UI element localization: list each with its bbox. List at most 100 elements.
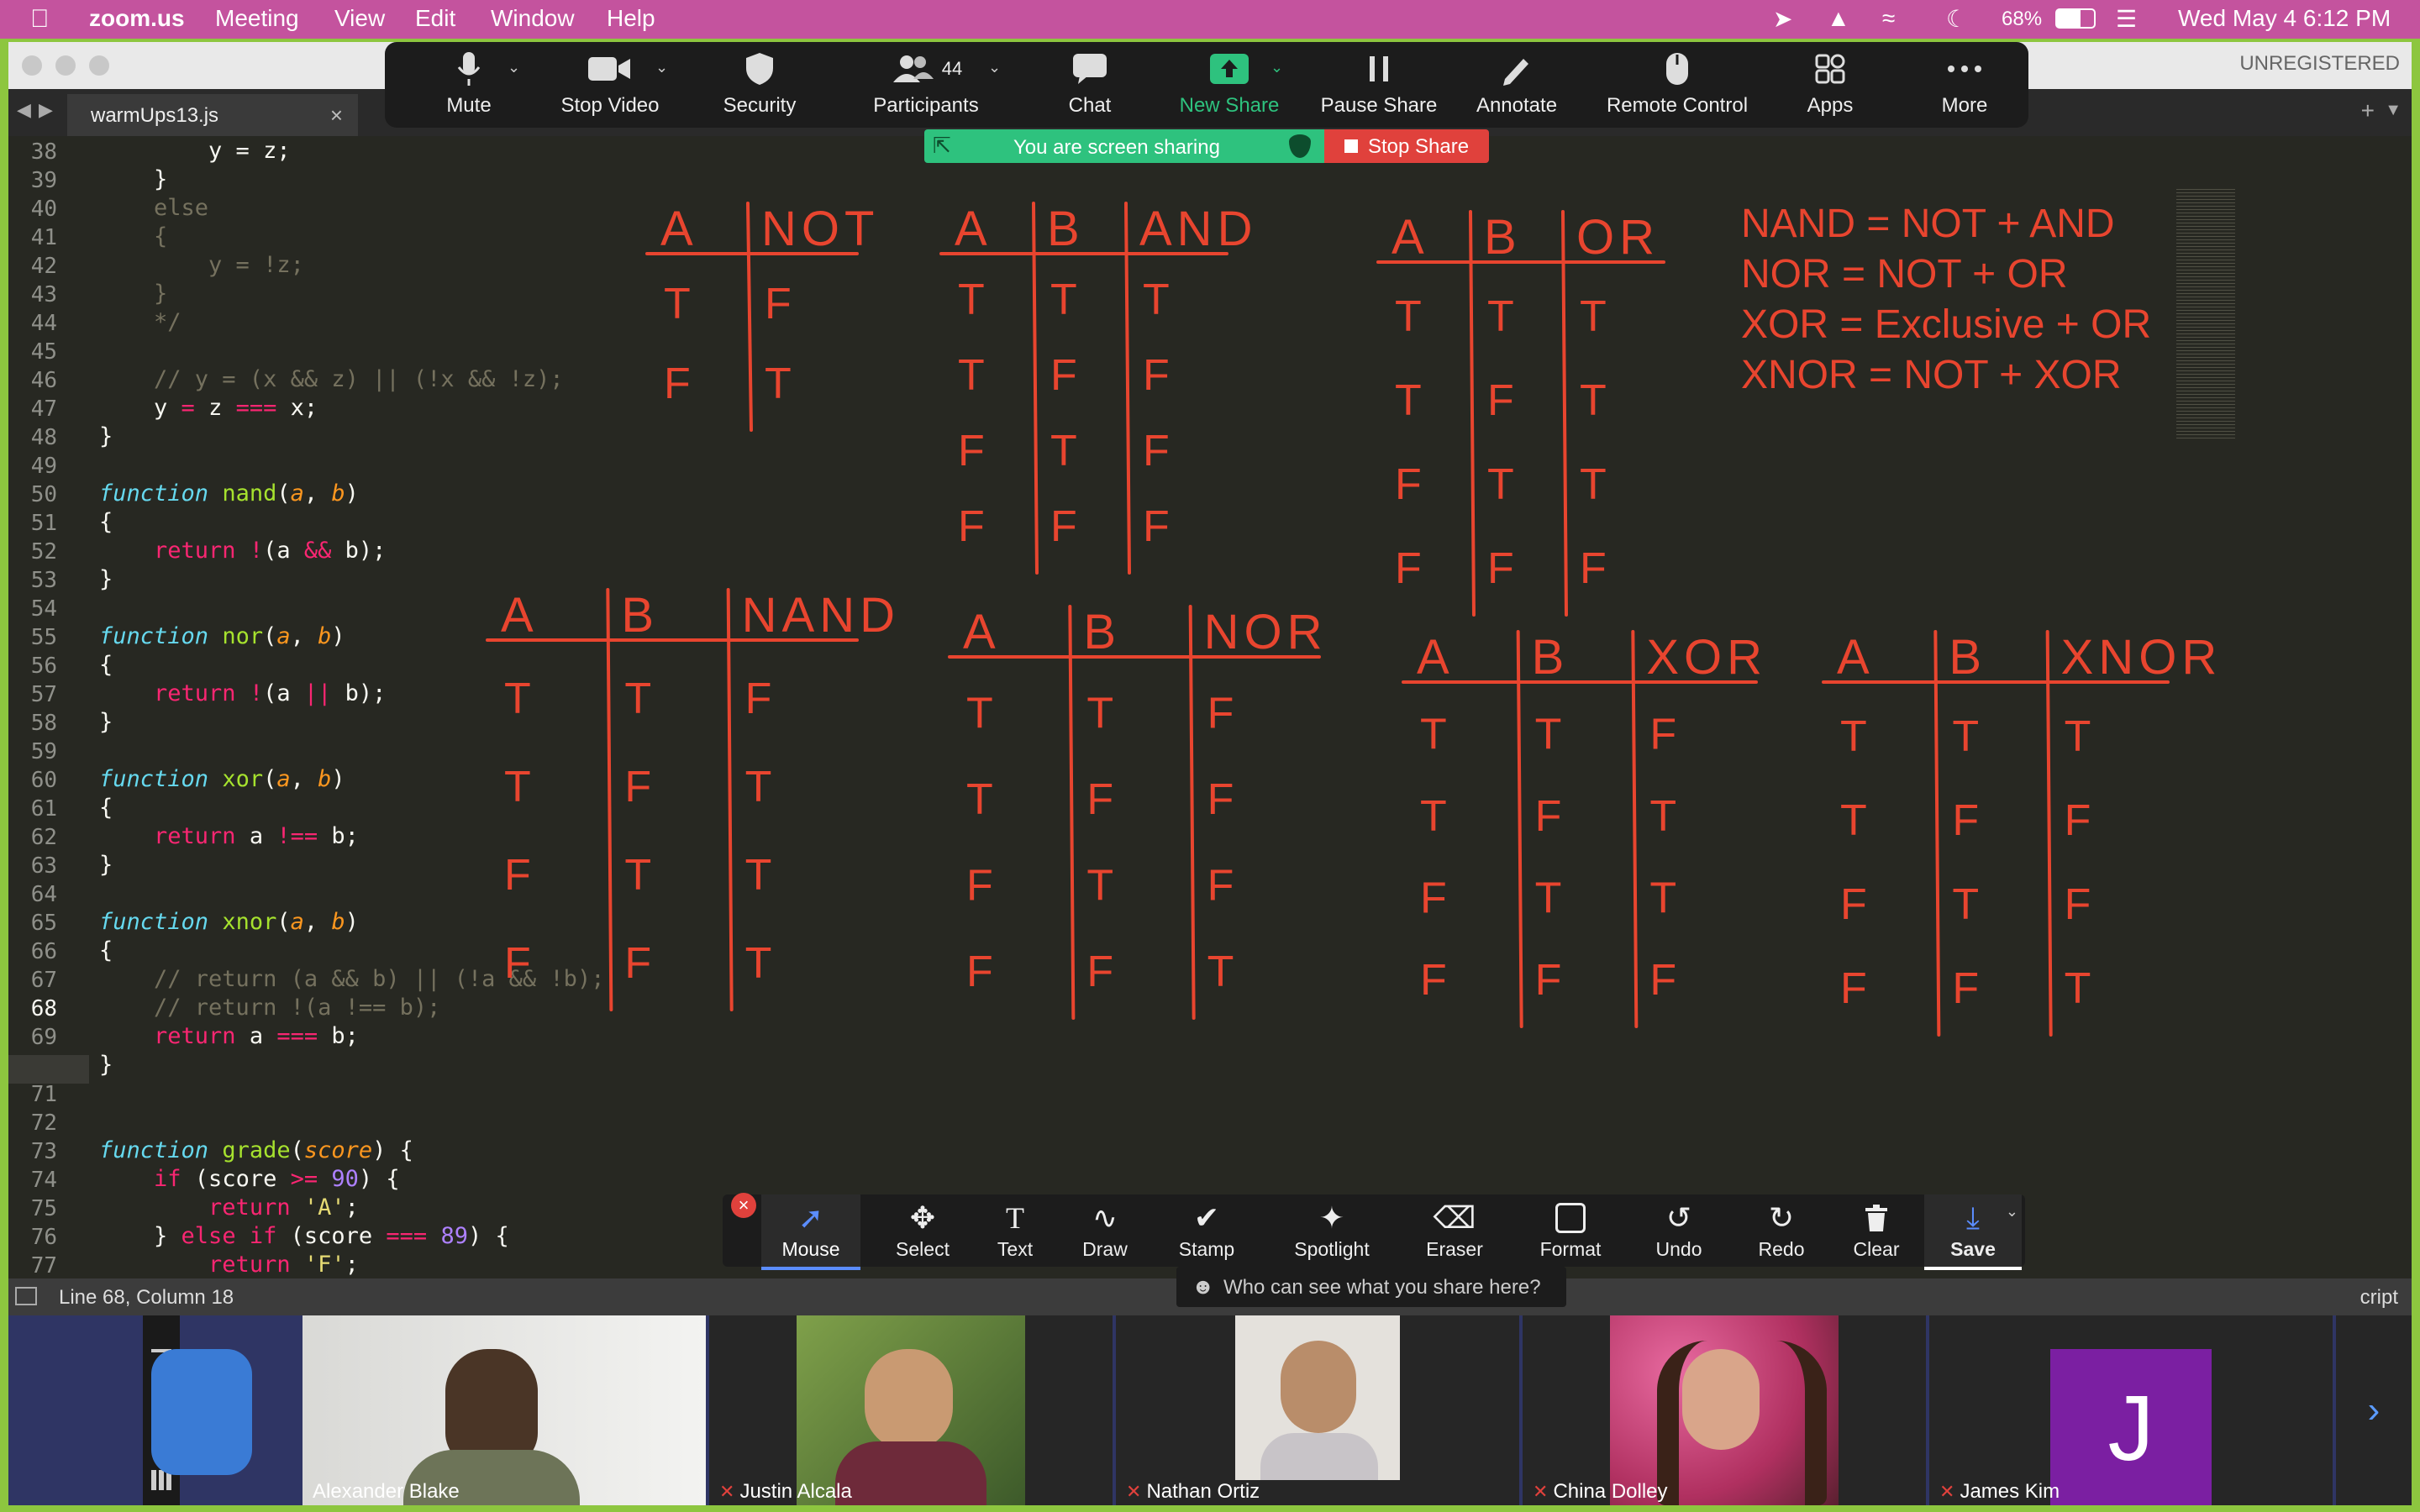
- location-icon[interactable]: ➤: [1773, 5, 1792, 33]
- wifi-icon[interactable]: ≈: [1882, 5, 1895, 32]
- security-button[interactable]: Security: [701, 42, 818, 128]
- zoom-window-button[interactable]: [89, 55, 109, 76]
- participant-tile[interactable]: ✕ Nathan Ortiz: [1116, 1315, 1519, 1505]
- tool-redo-button[interactable]: ↻ Redo: [1731, 1194, 1832, 1267]
- tool-mouse-button[interactable]: ➚ Mouse: [761, 1194, 860, 1270]
- table-cell: T: [966, 775, 993, 824]
- apps-button[interactable]: Apps: [1780, 42, 1881, 128]
- menu-meeting[interactable]: Meeting: [215, 5, 299, 32]
- moon-icon[interactable]: ☾: [1946, 5, 1967, 33]
- mute-button[interactable]: Mute: [418, 42, 519, 128]
- table-cell: F: [1143, 502, 1170, 551]
- syntax-mode[interactable]: cript: [2360, 1286, 2398, 1310]
- table-header: NOR: [1204, 605, 1328, 659]
- menu-help[interactable]: Help: [607, 5, 655, 32]
- code-editor[interactable]: 38 39 40 41 42 43 44 45 46 47 48 49 50 51 52 53 54 55 56 57…: [8, 136, 2412, 1278]
- undo-icon: ↺: [1665, 1200, 1692, 1235]
- chat-button[interactable]: Chat: [1035, 42, 1144, 128]
- control-center-icon[interactable]: ☰: [2116, 5, 2137, 33]
- share-handle-icon[interactable]: ⇱: [933, 133, 951, 159]
- table-cell: T: [1649, 792, 1676, 841]
- table-cell: T: [1535, 874, 1562, 923]
- encryption-shield-icon: [1289, 134, 1311, 158]
- participant-tile[interactable]: Alexander Blake: [302, 1315, 706, 1505]
- redo-icon: ↻: [1768, 1200, 1795, 1235]
- tool-undo-button[interactable]: ↺ Undo: [1628, 1194, 1729, 1267]
- tool-text-button[interactable]: T Text: [973, 1194, 1057, 1267]
- next-page-chevron-icon[interactable]: ›: [2336, 1315, 2412, 1505]
- table-cell: F: [1649, 711, 1676, 759]
- new-share-button[interactable]: New Share: [1166, 42, 1292, 128]
- menu-view[interactable]: View: [334, 5, 385, 32]
- table-cell: T: [1580, 376, 1607, 425]
- table-cell: T: [664, 280, 691, 328]
- menu-edit[interactable]: Edit: [415, 5, 455, 32]
- table-cell: F: [765, 280, 792, 328]
- tool-stamp-button[interactable]: ✔ Stamp: [1156, 1194, 1257, 1267]
- table-cell: F: [966, 948, 993, 996]
- text-t-icon: T: [1006, 1201, 1024, 1235]
- table-cell: T: [2065, 964, 2091, 1013]
- save-options-chevron-down-icon[interactable]: ⌄: [2006, 1203, 2018, 1221]
- apple-icon[interactable]: : [30, 5, 50, 34]
- who-can-see-text: Who can see what you share here?: [1223, 1276, 1541, 1299]
- tool-select-button[interactable]: ✥ Select: [872, 1194, 973, 1267]
- more-button[interactable]: More: [1914, 42, 2015, 128]
- table-cell: F: [1086, 775, 1113, 824]
- close-annotation-icon[interactable]: ×: [731, 1193, 756, 1218]
- participant-tile[interactable]: J ✕ James Kim: [1929, 1315, 2333, 1505]
- tool-draw-button[interactable]: ∿ Draw: [1059, 1194, 1151, 1267]
- table-cell: T: [1840, 712, 1867, 761]
- finder-dock-icon[interactable]: [151, 1349, 252, 1475]
- tab-menu-icon[interactable]: ▼: [2385, 101, 2402, 120]
- battery-icon[interactable]: [2055, 8, 2096, 29]
- screen-sharing-banner[interactable]: ⇱ You are screen sharing: [924, 129, 1324, 163]
- table-cell: F: [664, 360, 691, 408]
- participant-tile[interactable]: ✕ Justin Alcala: [709, 1315, 1113, 1505]
- mouse-icon: [1666, 53, 1688, 85]
- table-header: A: [501, 588, 539, 643]
- tab-back-icon[interactable]: ◀: [17, 99, 31, 121]
- close-tab-icon[interactable]: ×: [330, 102, 343, 129]
- minimize-window-button[interactable]: [55, 55, 76, 76]
- pause-share-button[interactable]: Pause Share: [1309, 42, 1449, 128]
- close-window-button[interactable]: [22, 55, 42, 76]
- panel-toggle-icon[interactable]: [15, 1287, 37, 1305]
- drive-icon[interactable]: ▲: [1827, 5, 1850, 32]
- tool-clear-button[interactable]: Clear: [1830, 1194, 1923, 1267]
- table-cell: T: [1086, 690, 1113, 738]
- table-cell: F: [1143, 351, 1170, 400]
- participants-button[interactable]: 44 Participants: [850, 42, 1002, 128]
- who-can-see-hint[interactable]: ☻ Who can see what you share here?: [1176, 1267, 1566, 1307]
- tool-save-button[interactable]: ⤓ Save ⌄: [1924, 1194, 2022, 1270]
- table-cell: F: [504, 851, 531, 900]
- stop-video-button[interactable]: Stop Video: [551, 42, 669, 128]
- tool-eraser-button[interactable]: ⌫ Eraser: [1400, 1194, 1509, 1267]
- new-tab-icon[interactable]: +: [2361, 97, 2375, 124]
- checkmark-icon: ✔: [1193, 1200, 1220, 1235]
- tab-warmups[interactable]: warmUps13.js ×: [67, 94, 358, 136]
- annotate-button[interactable]: Annotate: [1462, 42, 1571, 128]
- video-options-chevron-down-icon[interactable]: ⌄: [655, 59, 668, 76]
- table-cell: F: [1050, 351, 1077, 400]
- stop-share-button[interactable]: Stop Share: [1324, 129, 1489, 163]
- annotation-layer: A NOTT FF TA B ANDT T TT F FF T FF F FA B ORT T TT F TF T TF F…: [486, 202, 2217, 1037]
- table-divider: [1561, 210, 1568, 617]
- tool-spotlight-button[interactable]: ✦ Spotlight: [1269, 1194, 1395, 1267]
- table-cell: T: [1050, 276, 1077, 324]
- tool-format-button[interactable]: Format: [1516, 1194, 1625, 1267]
- participants-options-chevron-down-icon[interactable]: ⌄: [988, 59, 1001, 76]
- tab-forward-icon[interactable]: ▶: [39, 99, 53, 121]
- table-divider: [726, 588, 734, 1011]
- truth-table: A B NORT T FT F FF T FF F T: [963, 605, 1328, 996]
- menu-app-name[interactable]: zoom.us: [89, 5, 185, 32]
- menu-datetime[interactable]: Wed May 4 6:12 PM: [2178, 5, 2391, 32]
- menu-window[interactable]: Window: [491, 5, 575, 32]
- share-options-chevron-down-icon[interactable]: ⌄: [1270, 59, 1283, 76]
- truth-table: A B NANDT T FT F TF T TF F T: [501, 588, 895, 988]
- mute-options-chevron-down-icon[interactable]: ⌄: [508, 59, 520, 76]
- table-cell: T: [1207, 948, 1234, 996]
- table-cell: T: [1395, 292, 1422, 341]
- remote-control-button[interactable]: Remote Control: [1585, 42, 1770, 128]
- participant-tile[interactable]: ✕ China Dolley: [1523, 1315, 1926, 1505]
